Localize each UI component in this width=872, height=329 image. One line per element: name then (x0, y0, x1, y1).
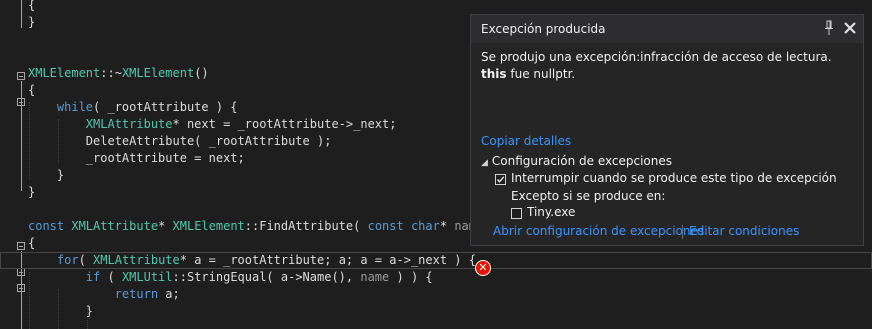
popup-title: Excepción producida (481, 22, 606, 36)
code-token: for (56, 253, 79, 267)
code-token: { (28, 236, 36, 250)
code-token: * (439, 219, 455, 233)
popup-header: Excepción producida (471, 15, 863, 43)
code-text: for( XMLAttribute* a = _rootAttribute; a… (28, 252, 476, 269)
exception-message: Se produjo una excepción:infracción de a… (481, 50, 832, 64)
code-text: { (28, 0, 35, 14)
exception-popup: Excepción producida Se produjo una excep… (470, 14, 864, 246)
code-token: ( (100, 270, 122, 284)
checkmark-icon (496, 176, 505, 183)
code-line[interactable]: if ( XMLUtil::StringEqual( a->Name(), na… (0, 269, 872, 286)
module-tiny-checkbox[interactable] (511, 208, 522, 219)
code-token: } (28, 168, 65, 182)
code-token: ::~ (100, 66, 122, 80)
copy-details-link[interactable]: Copiar detalles (481, 134, 571, 148)
exception-detail: this fue nullptr. (481, 67, 575, 81)
code-token: if (85, 270, 101, 284)
code-line[interactable]: { (0, 0, 872, 14)
code-token: a; (158, 287, 180, 301)
code-token: DeleteAttribute( _rootAttribute ); (28, 134, 332, 148)
code-line[interactable]: } (0, 303, 872, 320)
code-token: * (158, 219, 173, 233)
code-token: const (28, 219, 65, 233)
code-token: XMLAttribute (93, 253, 180, 267)
code-text: } (28, 184, 35, 201)
code-text: } (28, 167, 64, 184)
error-x-icon[interactable]: ✕ (475, 260, 491, 276)
except-label: Excepto si se produce en: (511, 189, 666, 203)
code-token: _rootAttribute = next; (28, 151, 245, 165)
break-on-exception-label[interactable]: Interrumpir cuando se produce este tipo … (511, 171, 837, 185)
code-token: * a = _rootAttribute; a; a = a->_next ) … (179, 253, 476, 267)
break-on-exception-checkbox[interactable] (495, 174, 506, 185)
pin-icon[interactable] (823, 20, 835, 36)
code-token: XMLElement (121, 66, 195, 80)
collapse-caret-icon: ◢ (481, 158, 488, 168)
code-line[interactable]: return a; (0, 286, 872, 303)
code-text: if ( XMLUtil::StringEqual( a->Name(), na… (28, 269, 433, 286)
code-token: { (28, 0, 36, 12)
code-token: XMLAttribute (85, 117, 173, 131)
code-token: * next = _rootAttribute->_next; (172, 117, 397, 131)
code-text: XMLAttribute* next = _rootAttribute->_ne… (28, 116, 397, 133)
module-tiny-label[interactable]: Tiny.exe (527, 205, 575, 219)
code-token: return (114, 287, 159, 301)
code-text: DeleteAttribute( _rootAttribute ); (28, 133, 332, 150)
code-text: while( _rootAttribute ) { (28, 99, 238, 116)
code-token: } (28, 304, 94, 318)
code-token: } (28, 185, 36, 199)
code-token: { (28, 83, 36, 97)
open-exception-settings-link[interactable]: Abrir configuración de excepciones (493, 224, 704, 238)
code-token: XMLElement (28, 66, 101, 80)
exception-detail-bold: this (481, 67, 507, 81)
code-token: } (28, 15, 36, 29)
code-line-current[interactable]: for( XMLAttribute* a = _rootAttribute; a… (0, 252, 872, 269)
code-text: return a; (28, 286, 180, 303)
code-text: { (28, 235, 35, 252)
code-token: ::FindAttribute( (244, 219, 368, 233)
exception-settings-section[interactable]: ◢ Configuración de excepciones (481, 154, 672, 168)
code-token: while (56, 100, 94, 114)
code-token: ( _rootAttribute ) { (93, 100, 238, 114)
code-token: name (360, 270, 390, 284)
code-token: char (410, 219, 440, 233)
close-icon[interactable] (843, 21, 857, 35)
exception-detail-rest: fue nullptr. (506, 67, 576, 81)
code-token: ) ) { (389, 270, 433, 284)
code-text: _rootAttribute = next; (28, 150, 245, 167)
code-text: } (28, 303, 93, 320)
code-token: ::StringEqual( a->Name(), (172, 270, 361, 284)
code-token: XMLAttribute (71, 219, 159, 233)
code-token: const (367, 219, 404, 233)
code-text: { (28, 82, 35, 99)
code-token: () (194, 66, 209, 80)
edit-conditions-link[interactable]: Editar condiciones (689, 224, 799, 238)
exception-settings-heading: Configuración de excepciones (491, 154, 672, 168)
code-token: XMLUtil (121, 270, 173, 284)
code-text: const XMLAttribute* XMLElement::FindAttr… (28, 218, 483, 235)
code-token: ( (78, 253, 94, 267)
code-text: } (28, 14, 35, 31)
code-text: XMLElement::~XMLElement() (28, 65, 209, 82)
code-token: XMLElement (172, 219, 245, 233)
link-separator (682, 225, 683, 239)
